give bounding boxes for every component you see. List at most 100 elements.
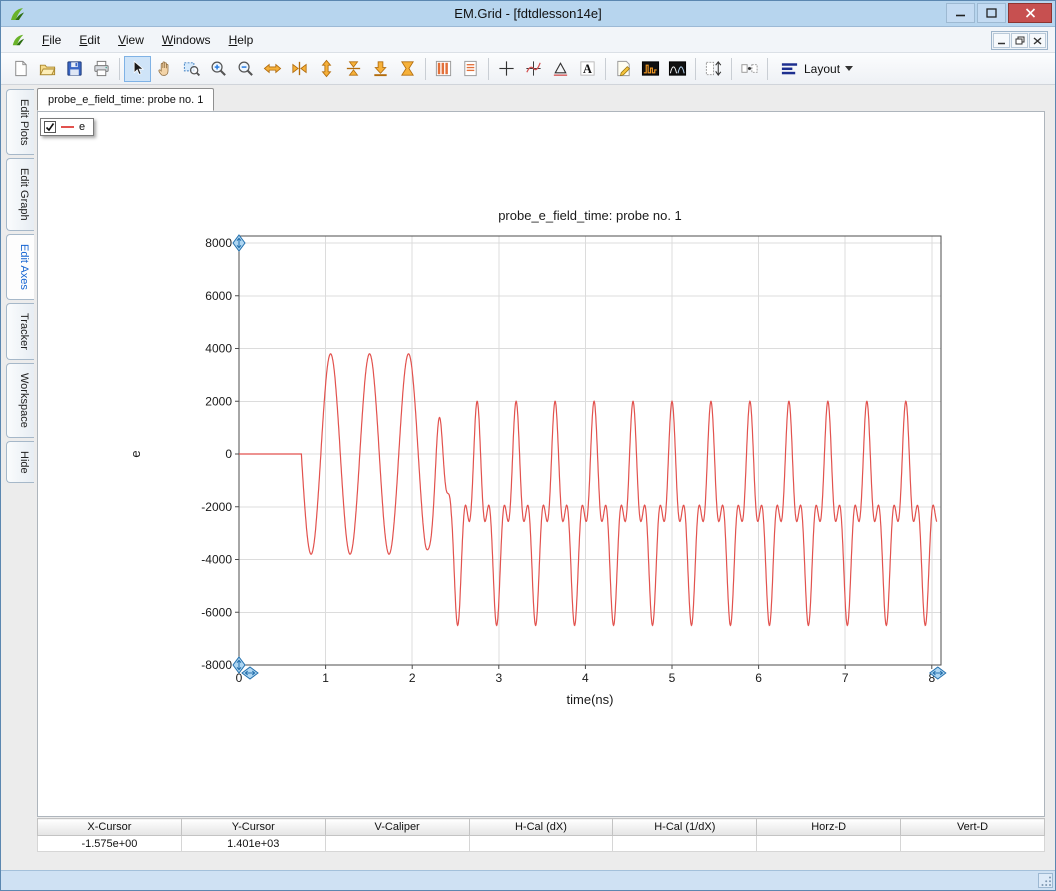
sidebar-tab-edit-axes[interactable]: Edit Axes	[6, 234, 34, 300]
legend: e	[40, 118, 94, 136]
fft-icon	[641, 59, 660, 78]
pan-button[interactable]	[151, 56, 178, 82]
chart-title: probe_e_field_time: probe no. 1	[498, 208, 682, 223]
axis-handle-top-left[interactable]	[233, 235, 245, 251]
edit-note-icon	[614, 59, 633, 78]
mdi-restore-button[interactable]	[1011, 33, 1028, 48]
y-tick-label: -8000	[201, 658, 232, 672]
chevron-down-icon	[845, 66, 853, 71]
shrink-y-button[interactable]	[340, 56, 367, 82]
fft-button[interactable]	[637, 56, 664, 82]
axes-cross-icon	[497, 59, 516, 78]
menubar: FileEditViewWindowsHelp	[1, 27, 1055, 53]
legend-series-sample	[61, 126, 74, 128]
edit-note-button[interactable]	[610, 56, 637, 82]
text-annotation-button[interactable]: A	[574, 56, 601, 82]
histogram-icon	[434, 59, 453, 78]
expand-x-button[interactable]	[259, 56, 286, 82]
layout-icon	[780, 59, 799, 78]
new-button[interactable]	[7, 56, 34, 82]
expand-y-icon	[317, 59, 336, 78]
autoscale-button[interactable]	[394, 56, 421, 82]
pulse-shapes-button[interactable]	[664, 56, 691, 82]
shrink-x-button[interactable]	[286, 56, 313, 82]
resize-grip[interactable]	[1038, 873, 1053, 888]
menu-file[interactable]: File	[33, 28, 70, 52]
maximize-icon	[986, 8, 997, 18]
shrink-y-icon	[344, 59, 363, 78]
menu-view[interactable]: View	[109, 28, 153, 52]
y-tick-label: 6000	[205, 289, 232, 303]
readout-value	[757, 836, 901, 852]
select-button[interactable]	[124, 56, 151, 82]
readout-value	[469, 836, 613, 852]
legend-checkbox[interactable]	[44, 121, 56, 133]
document-tab[interactable]: probe_e_field_time: probe no. 1	[37, 88, 214, 111]
axis-handle-bottom-left-x[interactable]	[242, 667, 258, 679]
data-sheet-button[interactable]	[457, 56, 484, 82]
data-sheet-icon	[461, 59, 480, 78]
open-button[interactable]	[34, 56, 61, 82]
mdi-minimize-icon	[997, 37, 1006, 45]
zoom-out-icon	[236, 59, 255, 78]
print-icon	[92, 59, 111, 78]
mdi-close-button[interactable]	[1029, 33, 1046, 48]
readout-header: V-Caliper	[325, 819, 469, 836]
mdi-minimize-button[interactable]	[993, 33, 1010, 48]
readout-value: 1.401e+03	[181, 836, 325, 852]
check-icon	[45, 122, 55, 132]
zoom-in-icon	[209, 59, 228, 78]
minimize-button[interactable]	[946, 3, 975, 23]
y-tick-label: 2000	[205, 394, 232, 408]
fit-width-box-icon	[740, 59, 759, 78]
fit-y-bottom-button[interactable]	[367, 56, 394, 82]
fit-height-box-button[interactable]	[700, 56, 727, 82]
zoom-out-button[interactable]	[232, 56, 259, 82]
histogram-button[interactable]	[430, 56, 457, 82]
close-button[interactable]	[1008, 3, 1052, 23]
y-tick-label: -4000	[201, 553, 232, 567]
mdi-restore-icon	[1015, 36, 1025, 45]
minimize-icon	[955, 8, 966, 18]
menu-edit[interactable]: Edit	[70, 28, 109, 52]
maximize-button[interactable]	[977, 3, 1006, 23]
sidebar-tab-edit-plots[interactable]: Edit Plots	[6, 89, 34, 155]
toolbar: A Layout	[1, 53, 1055, 85]
fit-y-bottom-icon	[371, 59, 390, 78]
y-axis-label: e	[128, 450, 143, 457]
zoom-window-button[interactable]	[178, 56, 205, 82]
menu-windows[interactable]: Windows	[153, 28, 220, 52]
slope-delta-button[interactable]	[547, 56, 574, 82]
axes-cross-button[interactable]	[493, 56, 520, 82]
expand-y-button[interactable]	[313, 56, 340, 82]
new-icon	[11, 59, 30, 78]
sidebar-tab-edit-graph[interactable]: Edit Graph	[6, 158, 34, 231]
print-button[interactable]	[88, 56, 115, 82]
sidebar-tab-tracker[interactable]: Tracker	[6, 303, 34, 360]
x-tick-label: 6	[755, 671, 762, 685]
x-tick-label: 7	[842, 671, 849, 685]
x-tick-label: 5	[669, 671, 676, 685]
y-tick-label: 0	[225, 447, 232, 461]
save-button[interactable]	[61, 56, 88, 82]
fit-width-box-button[interactable]	[736, 56, 763, 82]
sidebar-tabs: Edit Plots Edit Graph Edit Axes Tracker Work…	[6, 89, 36, 483]
zoom-in-button[interactable]	[205, 56, 232, 82]
legend-series-label: e	[79, 121, 85, 133]
window-title: EM.Grid - [fdtdlesson14e]	[121, 6, 935, 21]
toolbar-separator	[605, 58, 606, 80]
readout-header: Y-Cursor	[181, 819, 325, 836]
mdi-close-icon	[1033, 37, 1042, 45]
select-icon	[128, 59, 147, 78]
sidebar-tab-hide[interactable]: Hide	[6, 441, 34, 484]
readout-header: Vert-D	[901, 819, 1045, 836]
sidebar-tab-workspace[interactable]: Workspace	[6, 363, 34, 438]
axes-curve-button[interactable]	[520, 56, 547, 82]
menu-help[interactable]: Help	[220, 28, 263, 52]
readout-value	[901, 836, 1045, 852]
layout-button[interactable]: Layout	[772, 56, 861, 82]
autoscale-icon	[398, 59, 417, 78]
x-tick-label: 2	[409, 671, 416, 685]
document-logo-icon	[11, 33, 27, 47]
y-tick-label: -6000	[201, 605, 232, 619]
